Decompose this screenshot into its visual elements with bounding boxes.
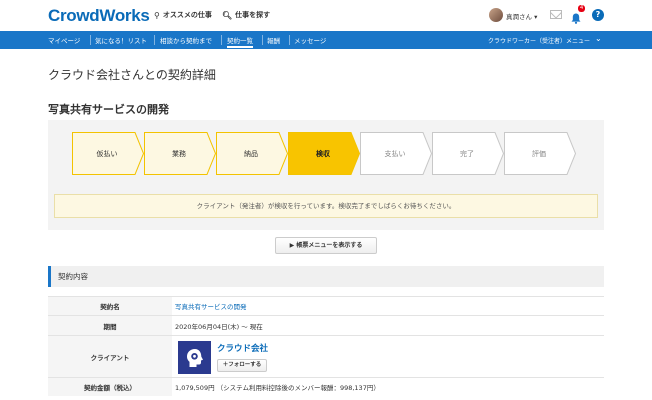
client-name-link[interactable]: クラウド会社 <box>217 342 268 354</box>
step-label: 検収 <box>316 150 330 158</box>
status-notice: クライアント（発注者）が検収を行っています。検収完了までしばらくお待ちください。 <box>54 194 598 218</box>
period-label: 期間 <box>48 315 172 336</box>
follow-button[interactable]: ＋フォローする <box>217 359 267 372</box>
step-review: 評価 <box>504 132 576 175</box>
nav-messages[interactable]: メッセージ <box>294 35 326 45</box>
avatar[interactable] <box>489 8 503 22</box>
user-menu[interactable]: 真潤さん ▾ <box>506 11 537 21</box>
nav-favorites[interactable]: 気になる！リスト <box>95 35 147 45</box>
page-title: クラウド会社さんとの契約詳細 <box>48 68 216 82</box>
step-delivery: 納品 <box>216 132 288 175</box>
step-label: 支払い <box>384 150 406 158</box>
nav-rewards[interactable]: 報酬 <box>267 35 280 45</box>
nav-consult-to-contract[interactable]: 相談から契約まで <box>160 35 212 45</box>
step-label: 業務 <box>172 150 186 158</box>
mail-icon[interactable] <box>550 10 562 19</box>
table-row: クライアント クラウド会社 ＋フォローする <box>48 335 604 378</box>
nav-divider <box>289 35 290 45</box>
step-payment: 支払い <box>360 132 432 175</box>
recommended-jobs-label: オススメの仕事 <box>162 11 212 19</box>
contract-details-table: 契約名 写真共有サービスの開発 期間 2020年06月04日(木) 〜 現在 ク… <box>48 296 604 396</box>
table-row: 契約名 写真共有サービスの開発 <box>48 296 604 316</box>
step-label: 納品 <box>244 150 258 158</box>
role-menu[interactable]: クラウドワーカー（受注者）メニュー <box>488 36 590 45</box>
client-logo-icon[interactable] <box>178 341 211 374</box>
recommended-jobs-link[interactable]: ⚲ オススメの仕事 <box>154 10 212 20</box>
table-row: 契約金額（税込） 1,079,509円 （システム利用料控除後のメンバー報酬：9… <box>48 377 604 396</box>
contract-amount-label: 契約金額（税込） <box>48 377 172 396</box>
step-work: 業務 <box>144 132 216 175</box>
location-pin-icon: ⚲ <box>154 10 160 20</box>
step-label: 評価 <box>532 150 546 158</box>
step-label: 完了 <box>460 150 474 158</box>
client-label: クライアント <box>48 335 172 378</box>
crowdworks-logo[interactable]: CrowdWorks <box>48 6 150 26</box>
step-complete: 完了 <box>432 132 504 175</box>
contract-name-link[interactable]: 写真共有サービスの開発 <box>175 303 247 311</box>
nav-divider <box>90 35 91 45</box>
project-title: 写真共有サービスの開発 <box>48 103 169 116</box>
period-value: 2020年06月04日(木) 〜 現在 <box>172 315 604 336</box>
search-icon: 🔍︎ <box>222 10 233 20</box>
contract-amount-value: 1,079,509円 （システム利用料控除後のメンバー報酬：998,137円） <box>172 377 604 396</box>
nav-divider <box>154 35 155 45</box>
find-jobs-label: 仕事を探す <box>235 11 271 19</box>
nav-mypage[interactable]: マイページ <box>48 35 80 45</box>
step-label: 仮払い <box>96 150 118 158</box>
step-inspection: 検収 <box>288 132 360 175</box>
show-document-menu-button[interactable]: ▶ 帳票メニューを表示する <box>275 237 377 254</box>
progress-panel: 仮払い 業務 納品 検収 支払い 完了 評価 クライアント（発注者）が検収を行っ… <box>48 120 604 230</box>
notification-badge: 4 <box>578 5 586 12</box>
section-heading: 契約内容 <box>48 266 604 287</box>
top-header: CrowdWorks ⚲ オススメの仕事 🔍︎ 仕事を探す 真潤さん ▾ 4 ? <box>0 0 652 31</box>
find-jobs-link[interactable]: 🔍︎ 仕事を探す <box>222 10 270 20</box>
nav-divider <box>262 35 263 45</box>
nav-divider <box>221 35 222 45</box>
nav-contract-list[interactable]: 契約一覧 <box>227 35 253 48</box>
help-icon[interactable]: ? <box>592 9 604 21</box>
step-prepayment: 仮払い <box>72 132 144 175</box>
table-row: 期間 2020年06月04日(木) 〜 現在 <box>48 315 604 336</box>
global-nav: マイページ 気になる！リスト 相談から契約まで 契約一覧 報酬 メッセージ クラ… <box>0 31 652 49</box>
contract-name-label: 契約名 <box>48 296 172 316</box>
chevron-down-icon[interactable]: ⌄ <box>595 34 602 43</box>
